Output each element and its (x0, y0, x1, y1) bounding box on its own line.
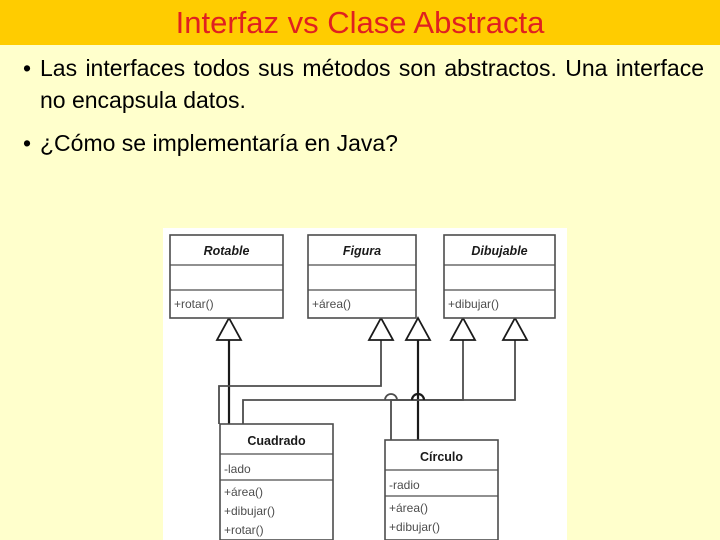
uml-operation: +rotar() (174, 297, 214, 311)
uml-operation: +área() (389, 501, 428, 515)
uml-class-name: Figura (343, 244, 381, 258)
uml-class-name: Dibujable (471, 244, 527, 258)
slide-canvas: Interfaz vs Clase Abstracta • Las interf… (0, 0, 720, 540)
realization-arrowhead-icon (449, 316, 477, 341)
list-item: • ¿Cómo se implementaría en Java? (0, 127, 720, 159)
slide-title-banner: Interfaz vs Clase Abstracta (0, 0, 720, 45)
uml-class-figura[interactable]: Figura +área() (307, 234, 417, 319)
uml-operation: +área() (224, 485, 263, 499)
bullet-text: ¿Cómo se implementaría en Java? (40, 130, 398, 156)
uml-attribute: -lado (224, 462, 251, 476)
uml-operation: +rotar() (224, 523, 264, 537)
realization-arrowhead-icon (367, 316, 395, 341)
bullet-marker-icon: • (22, 55, 32, 81)
relation-circulo-dibujable (390, 340, 516, 440)
relation-cuadrado-dibujable (242, 340, 464, 424)
realization-arrowhead-icon (215, 316, 243, 341)
list-item: • Las interfaces todos sus métodos son a… (0, 52, 720, 116)
uml-class-name: Círculo (420, 450, 463, 464)
uml-operation: +dibujar() (448, 297, 499, 311)
bullet-text: Las interfaces todos sus métodos son abs… (40, 55, 704, 113)
realization-arrowhead-icon (501, 316, 529, 341)
uml-class-cuadrado[interactable]: Cuadrado -lado +área() +dibujar() +rotar… (219, 423, 334, 540)
uml-class-name: Rotable (204, 244, 250, 258)
uml-class-circulo[interactable]: Círculo -radio +área() +dibujar() (384, 439, 499, 540)
uml-operation: +dibujar() (224, 504, 275, 518)
bullet-marker-icon: • (22, 130, 32, 156)
uml-class-diagram: Rotable +rotar() Figura +área() Dibujabl… (163, 228, 567, 540)
uml-attribute: -radio (389, 478, 420, 492)
realization-arrowhead-icon (404, 316, 432, 341)
uml-operation: +dibujar() (389, 520, 440, 534)
page-title: Interfaz vs Clase Abstracta (175, 4, 545, 40)
bullet-list: • Las interfaces todos sus métodos son a… (0, 52, 720, 159)
uml-class-name: Cuadrado (247, 434, 306, 448)
uml-class-rotable[interactable]: Rotable +rotar() (169, 234, 284, 319)
uml-class-dibujable[interactable]: Dibujable +dibujar() (443, 234, 556, 319)
uml-operation: +área() (312, 297, 351, 311)
